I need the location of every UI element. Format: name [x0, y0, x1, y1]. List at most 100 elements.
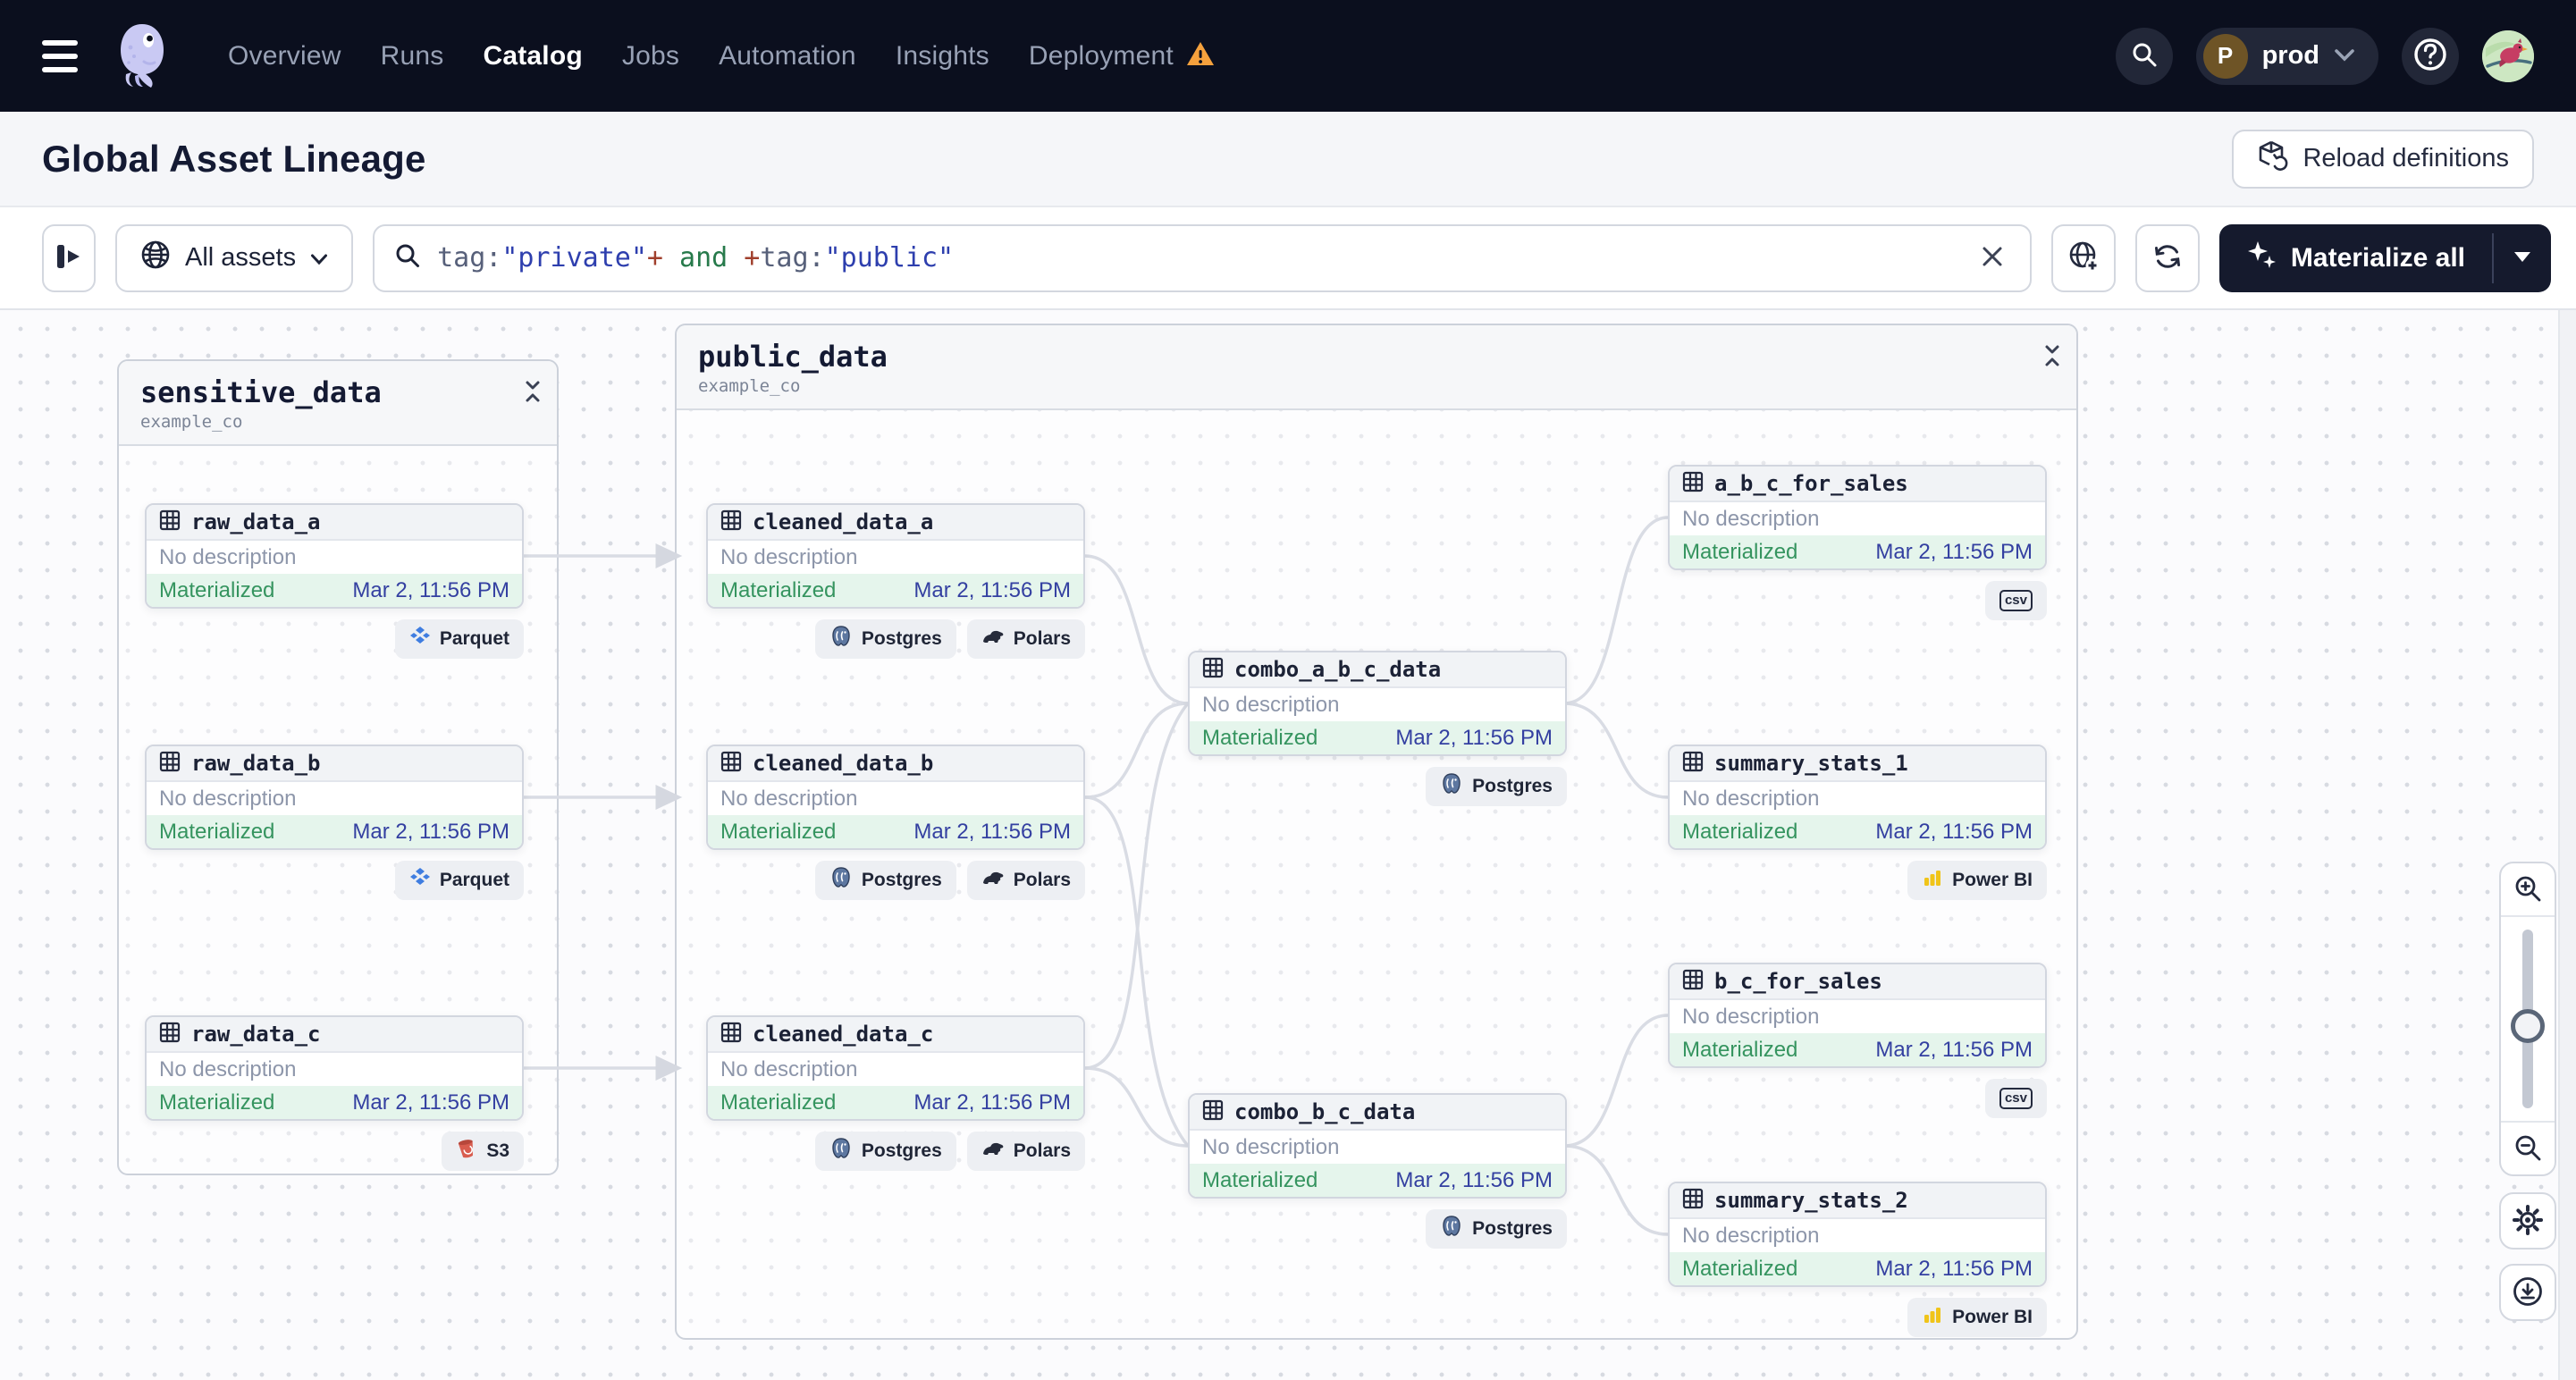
environment-name: prod — [2261, 41, 2319, 70]
nav-automation[interactable]: Automation — [719, 41, 856, 72]
asset-node-a-b-c-for-sales: a_b_c_for_sales No description Materiali… — [1668, 465, 2047, 620]
materialization-date[interactable]: Mar 2, 11:56 PM — [352, 578, 509, 603]
status-label: Materialized — [720, 1090, 837, 1115]
asset-card[interactable]: cleaned_data_a No description Materializ… — [706, 503, 1085, 609]
materialization-date[interactable]: Mar 2, 11:56 PM — [1395, 1168, 1553, 1193]
view-scope-button[interactable] — [2050, 223, 2116, 292]
user-avatar[interactable] — [2482, 29, 2534, 82]
asset-card[interactable]: summary_stats_1 No description Materiali… — [1668, 745, 2047, 850]
asset-node-combo-a-b-c-data: combo_a_b_c_data No description Material… — [1188, 651, 1567, 806]
asset-card[interactable]: a_b_c_for_sales No description Materiali… — [1668, 465, 2047, 570]
download-image-button[interactable] — [2499, 1264, 2556, 1321]
nav-insights[interactable]: Insights — [896, 41, 989, 72]
zoom-in-button[interactable] — [2501, 863, 2555, 915]
materialization-date[interactable]: Mar 2, 11:56 PM — [1395, 726, 1553, 751]
kind-tag-label: Postgres — [861, 1140, 942, 1161]
materialization-date[interactable]: Mar 2, 11:56 PM — [1875, 1038, 2033, 1063]
globe-icon — [140, 240, 171, 277]
materialization-date[interactable]: Mar 2, 11:56 PM — [913, 1090, 1071, 1115]
asset-description: No description — [1682, 786, 1820, 811]
open-side-panel-button[interactable] — [42, 223, 96, 292]
materialization-date[interactable]: Mar 2, 11:56 PM — [1875, 1257, 2033, 1282]
asset-card[interactable]: b_c_for_sales No description Materialize… — [1668, 963, 2047, 1068]
kind-tag-polars[interactable]: Polars — [966, 861, 1085, 900]
asset-card[interactable]: raw_data_c No description Materialized Ma… — [145, 1015, 524, 1121]
kind-tag-postgres[interactable]: Postgres — [1426, 767, 1567, 806]
asset-node-raw-data-c: raw_data_c No description Materialized Ma… — [145, 1015, 524, 1171]
refresh-button[interactable] — [2134, 223, 2200, 292]
graph-settings-button[interactable] — [2499, 1192, 2556, 1250]
materialization-date[interactable]: Mar 2, 11:56 PM — [1875, 540, 2033, 565]
nav-catalog[interactable]: Catalog — [483, 41, 582, 72]
zoom-in-icon — [2513, 874, 2542, 905]
kind-tag-postgres[interactable]: Postgres — [814, 861, 956, 900]
menu-button[interactable] — [42, 36, 83, 77]
kind-tag-parquet[interactable]: Parquet — [394, 861, 524, 900]
asset-filter-input[interactable]: tag:"private"+ and +tag:"public" — [373, 223, 2032, 292]
help-button[interactable] — [2402, 27, 2459, 85]
asset-card[interactable]: raw_data_b No description Materialized Ma… — [145, 745, 524, 850]
kind-tag-postgres[interactable]: Postgres — [814, 1132, 956, 1171]
nav-jobs[interactable]: Jobs — [622, 41, 679, 72]
table-icon — [159, 1022, 181, 1048]
zoom-out-icon — [2513, 1133, 2542, 1165]
s3-bucket-icon — [456, 1138, 477, 1165]
asset-card[interactable]: cleaned_data_c No description Materializ… — [706, 1015, 1085, 1121]
materialize-options-button[interactable] — [2494, 224, 2551, 292]
app: Overview Runs Catalog Jobs Automation In… — [0, 0, 2576, 1380]
asset-name: b_c_for_sales — [1714, 969, 1882, 994]
environment-switcher[interactable]: P prod — [2195, 27, 2378, 85]
environment-avatar: P — [2202, 33, 2248, 79]
kind-tag-postgres[interactable]: Postgres — [1426, 1209, 1567, 1249]
kind-tag-parquet[interactable]: Parquet — [394, 619, 524, 659]
table-icon — [159, 751, 181, 777]
asset-description: No description — [720, 1056, 858, 1081]
lineage-canvas[interactable]: sensitive_data example_co public_data ex… — [0, 308, 2576, 1380]
kind-tag-powerbi[interactable]: Power BI — [1907, 1298, 2047, 1337]
warning-icon — [1186, 41, 1215, 71]
asset-scope-dropdown[interactable]: All assets — [115, 223, 354, 292]
asset-card[interactable]: combo_a_b_c_data No description Material… — [1188, 651, 1567, 756]
asset-node-combo-b-c-data: combo_b_c_data No description Materializ… — [1188, 1093, 1567, 1249]
asset-name: combo_a_b_c_data — [1234, 657, 1442, 682]
materialization-date[interactable]: Mar 2, 11:56 PM — [913, 578, 1071, 603]
csv-icon: csv — [1999, 590, 2033, 611]
powerbi-icon — [1922, 1304, 1943, 1331]
filter-query-text[interactable]: tag:"private"+ and +tag:"public" — [437, 242, 1958, 273]
kind-tag-csv[interactable]: csv — [1984, 1079, 2047, 1118]
asset-node-raw-data-a: raw_data_a No description Materialized Ma… — [145, 503, 524, 659]
asset-card[interactable]: cleaned_data_b No description Materializ… — [706, 745, 1085, 850]
zoom-slider[interactable] — [2501, 915, 2555, 1123]
materialize-all-button[interactable]: Materialize all — [2219, 224, 2492, 292]
zoom-slider-thumb[interactable] — [2511, 1009, 2545, 1043]
nav-runs[interactable]: Runs — [381, 41, 444, 72]
asset-card[interactable]: summary_stats_2 No description Materiali… — [1668, 1182, 2047, 1287]
materialization-date[interactable]: Mar 2, 11:56 PM — [352, 1090, 509, 1115]
materialization-date[interactable]: Mar 2, 11:56 PM — [352, 820, 509, 845]
refresh-icon — [2151, 240, 2184, 275]
vertical-scrollbar[interactable] — [2558, 310, 2576, 1380]
nav-deployment[interactable]: Deployment — [1029, 41, 1174, 72]
kind-tag-polars[interactable]: Polars — [966, 1132, 1085, 1171]
search-button[interactable] — [2115, 27, 2173, 85]
materialization-date[interactable]: Mar 2, 11:56 PM — [913, 820, 1071, 845]
reload-definitions-button[interactable]: Reload definitions — [2232, 129, 2534, 189]
kind-tag-s3[interactable]: S3 — [442, 1132, 524, 1171]
caret-down-icon — [2513, 250, 2532, 265]
kind-tag-polars[interactable]: Polars — [966, 619, 1085, 659]
materialization-date[interactable]: Mar 2, 11:56 PM — [1875, 820, 2033, 845]
asset-card[interactable]: combo_b_c_data No description Materializ… — [1188, 1093, 1567, 1199]
kind-tag-csv[interactable]: csv — [1984, 581, 2047, 620]
top-nav: Overview Runs Catalog Jobs Automation In… — [0, 0, 2576, 112]
nav-overview[interactable]: Overview — [228, 41, 341, 72]
zoom-out-button[interactable] — [2501, 1123, 2555, 1174]
clear-filter-button[interactable] — [1974, 239, 2010, 277]
asset-card[interactable]: raw_data_a No description Materialized Ma… — [145, 503, 524, 609]
asset-name: summary_stats_2 — [1714, 1188, 1908, 1213]
dagster-logo-icon[interactable] — [110, 21, 174, 92]
kind-tag-postgres[interactable]: Postgres — [814, 619, 956, 659]
reload-definitions-label: Reload definitions — [2302, 144, 2509, 172]
kind-tag-powerbi[interactable]: Power BI — [1907, 861, 2047, 900]
status-label: Materialized — [1682, 1037, 1798, 1062]
asset-node-cleaned-data-b: cleaned_data_b No description Materializ… — [706, 745, 1085, 900]
